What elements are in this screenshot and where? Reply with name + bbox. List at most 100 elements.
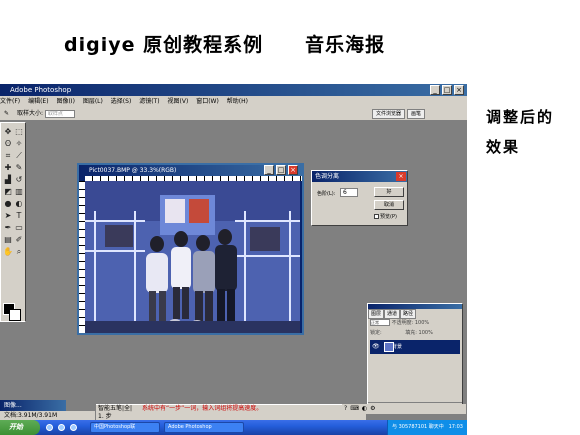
hand-tool-icon[interactable]: ✋ bbox=[3, 247, 13, 257]
document-title: Pict0037.BMP @ 33.3%(RGB) bbox=[89, 167, 177, 174]
windows-taskbar: 开始 中国Photoshop联 Adobe Photoshop 与 305787… bbox=[0, 420, 467, 435]
doc-maximize-button[interactable]: □ bbox=[276, 165, 286, 175]
ie-quicklaunch-icon[interactable] bbox=[46, 424, 53, 431]
photo-canvas[interactable] bbox=[85, 181, 300, 333]
layers-panel: 图层通道路径 正常 不透明度: 100% 锁定: 填充: 100% 👁 背景 ∞… bbox=[367, 303, 463, 413]
layers-panel-tabs: 图层 通道 路径 bbox=[368, 309, 462, 319]
menu-view[interactable]: 视图(V) bbox=[168, 98, 189, 105]
dialog-title: 色调分离 bbox=[315, 173, 340, 180]
sample-size-label: 取样大小: bbox=[16, 110, 43, 117]
close-button[interactable]: × bbox=[454, 85, 464, 95]
side-note: 调整后的 效果 bbox=[486, 102, 556, 162]
lock-label: 锁定: bbox=[370, 330, 382, 336]
side-note-line2: 效果 bbox=[486, 138, 521, 156]
move-tool-icon[interactable]: ✥ bbox=[3, 127, 13, 137]
menu-help[interactable]: 帮助(H) bbox=[227, 98, 248, 105]
ime-icon-strip: ?⌨◐⚙ bbox=[342, 404, 466, 414]
media-quicklaunch-icon[interactable] bbox=[58, 424, 65, 431]
ime-hint: 系统中有“一步”一词，输入词组将提高速度。 bbox=[142, 405, 263, 412]
lock-row: 锁定: 填充: 100% bbox=[368, 328, 462, 338]
magic-wand-icon[interactable]: ✧ bbox=[14, 139, 24, 149]
menu-file[interactable]: 文件(F) bbox=[0, 98, 20, 105]
ime-bar: 智能五笔|全| 系统中有“一步”一词，输入词组将提高速度。 1. 步 bbox=[96, 404, 366, 420]
marquee-tool-icon[interactable]: ⬚ bbox=[14, 127, 24, 137]
fill-label[interactable]: 填充: 100% bbox=[405, 330, 433, 336]
levels-input[interactable]: 6 bbox=[340, 188, 358, 197]
background-color-swatch[interactable] bbox=[9, 309, 21, 321]
slide-title-right: 音乐海报 bbox=[305, 34, 386, 56]
checkbox-icon bbox=[374, 214, 379, 219]
preview-label: 预览(P) bbox=[380, 214, 397, 220]
doc-minimize-button[interactable]: _ bbox=[264, 165, 274, 175]
desktop-quicklaunch-icon[interactable] bbox=[70, 424, 77, 431]
slice-tool-icon[interactable]: ⟋ bbox=[14, 151, 24, 161]
blend-row: 正常 不透明度: 100% bbox=[368, 318, 462, 328]
maximize-button[interactable]: □ bbox=[442, 85, 452, 95]
side-note-line1: 调整后的 bbox=[486, 108, 555, 126]
brush-tool-icon[interactable]: ✎ bbox=[14, 163, 24, 173]
start-button[interactable]: 开始 bbox=[0, 420, 40, 435]
toolbox: ✥ ⬚ ʘ ✧ ⌗ ⟋ ✚ ✎ ▟ ↺ ◩ ▥ ● ◐ ➤ T ✒ ▭ ▤ ✐ … bbox=[0, 122, 26, 322]
options-bar: ✎ 取样大小: 取样点 文件浏览器 画笔 bbox=[0, 107, 467, 121]
pen-tool-icon[interactable]: ✒ bbox=[3, 223, 13, 233]
opacity-label[interactable]: 不透明度: 100% bbox=[392, 320, 430, 326]
slide-title-left: digiye 原创教程系例 bbox=[64, 34, 264, 56]
tab-brushes[interactable]: 画笔 bbox=[406, 109, 425, 119]
blur-tool-icon[interactable]: ● bbox=[3, 199, 13, 209]
cancel-button[interactable]: 取消 bbox=[374, 200, 404, 210]
ime-settings-icon[interactable]: ⚙ bbox=[370, 405, 378, 412]
eye-icon[interactable]: 👁 bbox=[372, 343, 380, 351]
doc-close-button[interactable]: × bbox=[288, 165, 298, 175]
type-tool-icon[interactable]: T bbox=[14, 211, 24, 221]
crop-tool-icon[interactable]: ⌗ bbox=[3, 151, 13, 161]
photoshop-titlebar: Adobe Photoshop _ □ × bbox=[0, 84, 467, 96]
group-photo-image bbox=[85, 181, 300, 333]
blend-mode-select[interactable]: 正常 bbox=[370, 319, 390, 326]
clock: 17:03 bbox=[448, 424, 463, 430]
healing-brush-icon[interactable]: ✚ bbox=[3, 163, 13, 173]
stamp-tool-icon[interactable]: ▟ bbox=[3, 175, 13, 185]
eraser-tool-icon[interactable]: ◩ bbox=[3, 187, 13, 197]
tab-file-browser[interactable]: 文件浏览器 bbox=[371, 109, 405, 119]
path-select-icon[interactable]: ➤ bbox=[3, 211, 13, 221]
doc-size-text: 文档:3.91M/3.91M bbox=[4, 412, 58, 419]
layer-item-background[interactable]: 👁 背景 bbox=[370, 340, 460, 354]
menu-select[interactable]: 选择(S) bbox=[111, 98, 132, 105]
punctuation-icon[interactable]: ◐ bbox=[362, 405, 370, 412]
status-bar: 文档:3.91M/3.91M bbox=[0, 411, 95, 420]
keyboard-icon[interactable]: ⌨ bbox=[350, 405, 362, 412]
task-button-photoshop[interactable]: Adobe Photoshop bbox=[164, 422, 244, 433]
palette-well: 文件浏览器 画笔 bbox=[370, 109, 425, 119]
sample-size-select[interactable]: 取样点 bbox=[44, 109, 75, 118]
preview-checkbox[interactable]: 预览(P) bbox=[374, 213, 397, 220]
tray-chat-text[interactable]: 与 305787101 聊天中 bbox=[392, 424, 444, 430]
slide-title: digiye 原创教程系例 音乐海报 bbox=[64, 30, 385, 57]
task-button-forum[interactable]: 中国Photoshop联 bbox=[90, 422, 160, 433]
minimize-button[interactable]: _ bbox=[430, 85, 440, 95]
eyedropper-icon[interactable]: ✎ bbox=[4, 110, 9, 117]
ime-line1: 智能五笔|全| 系统中有“一步”一词，输入词组将提高速度。 bbox=[98, 405, 262, 413]
zoom-tool-icon[interactable]: ⌕ bbox=[14, 247, 24, 257]
menu-filter[interactable]: 滤镜(T) bbox=[139, 98, 159, 105]
dialog-titlebar[interactable]: 色调分离 × bbox=[312, 171, 407, 182]
history-brush-icon[interactable]: ↺ bbox=[14, 175, 24, 185]
gradient-tool-icon[interactable]: ▥ bbox=[14, 187, 24, 197]
menu-window[interactable]: 窗口(W) bbox=[196, 98, 219, 105]
notes-tool-icon[interactable]: ▤ bbox=[3, 235, 13, 245]
eyedropper-tool-icon[interactable]: ✐ bbox=[14, 235, 24, 245]
menu-edit[interactable]: 编辑(E) bbox=[28, 98, 48, 105]
document-titlebar[interactable]: Pict0037.BMP @ 33.3%(RGB) _ □ × bbox=[79, 165, 302, 176]
menu-layer[interactable]: 图层(L) bbox=[83, 98, 103, 105]
lasso-tool-icon[interactable]: ʘ bbox=[3, 139, 13, 149]
shape-tool-icon[interactable]: ▭ bbox=[14, 223, 24, 233]
layer-thumbnail bbox=[384, 342, 394, 352]
menu-image[interactable]: 图像(I) bbox=[56, 98, 74, 105]
ok-button[interactable]: 好 bbox=[374, 187, 404, 197]
ime-mode[interactable]: 智能五笔|全| bbox=[98, 405, 132, 412]
system-tray: 与 305787101 聊天中 17:03 bbox=[387, 420, 467, 435]
minimized-window-title: 图像... bbox=[4, 402, 22, 409]
dialog-close-icon[interactable]: × bbox=[396, 172, 406, 181]
posterize-dialog: 色调分离 × 色阶(L): 6 好 取消 预览(P) bbox=[311, 170, 408, 226]
dodge-tool-icon[interactable]: ◐ bbox=[14, 199, 24, 209]
document-window[interactable]: Pict0037.BMP @ 33.3%(RGB) _ □ × bbox=[77, 163, 304, 335]
